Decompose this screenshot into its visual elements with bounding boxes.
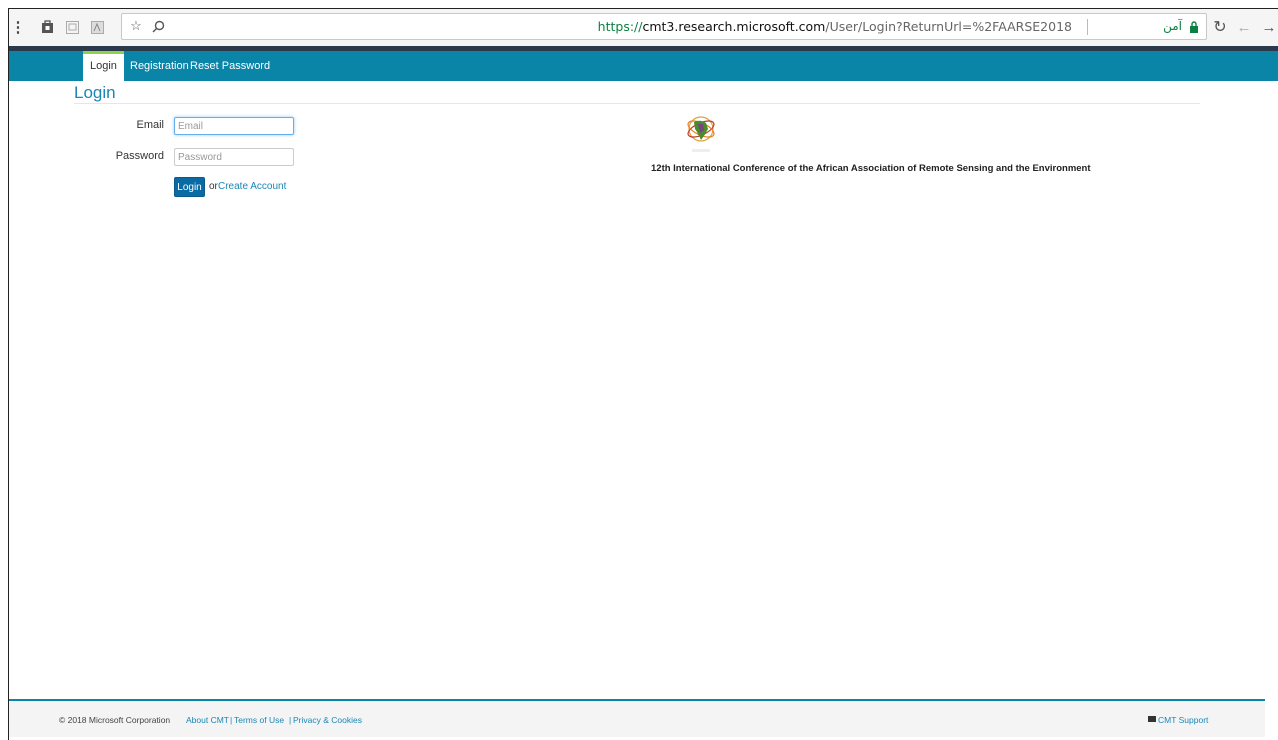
- pocket-icon[interactable]: [64, 19, 80, 35]
- footer-separator: |: [289, 715, 292, 725]
- conference-name: 12th International Conference of the Afr…: [651, 163, 1091, 174]
- browser-toolbar: ⋮ ☆ https://cmt3.research.microsoft.com/…: [9, 9, 1278, 46]
- url-text[interactable]: https://cmt3.research.microsoft.com/User…: [598, 19, 1072, 34]
- tab-login[interactable]: Login: [83, 51, 124, 81]
- address-bar[interactable]: ☆ https://cmt3.research.microsoft.com/Us…: [121, 13, 1207, 40]
- menu-icon[interactable]: ⋮: [11, 19, 26, 36]
- footer-separator: |: [230, 715, 233, 725]
- url-scheme: https://: [597, 19, 643, 34]
- lock-icon[interactable]: [1189, 21, 1199, 33]
- forward-icon[interactable]: →: [1261, 19, 1277, 36]
- login-button[interactable]: Login: [174, 177, 205, 197]
- search-icon[interactable]: [150, 18, 166, 34]
- create-account-link[interactable]: Create Account: [218, 181, 286, 192]
- url-path: /User/Login?ReturnUrl=%2FAARSE2018: [825, 19, 1072, 34]
- or-text: or: [209, 181, 218, 192]
- main-nav: Login Registration Reset Password: [9, 51, 1278, 81]
- privacy-cookies-link[interactable]: Privacy & Cookies: [293, 715, 362, 725]
- copyright: © 2018 Microsoft Corporation: [59, 715, 171, 725]
- pdf-icon[interactable]: [89, 19, 105, 35]
- page-title: Login: [74, 83, 116, 102]
- secure-label: آمن: [1163, 19, 1182, 33]
- url-separator: [1087, 19, 1088, 35]
- back-icon[interactable]: ←: [1236, 19, 1252, 36]
- footer: © 2018 Microsoft Corporation About CMT |…: [9, 699, 1265, 737]
- password-field[interactable]: [174, 148, 294, 166]
- star-icon[interactable]: ☆: [128, 18, 144, 34]
- password-label: Password: [115, 150, 164, 162]
- terms-of-use-link[interactable]: Terms of Use: [234, 715, 284, 725]
- email-field[interactable]: [174, 117, 294, 135]
- reload-icon[interactable]: ↻: [1212, 19, 1228, 36]
- about-cmt-link[interactable]: About CMT: [186, 715, 229, 725]
- title-divider: [74, 103, 1200, 104]
- cmt-support-link[interactable]: CMT Support: [1158, 715, 1208, 725]
- tab-reset-password[interactable]: Reset Password: [183, 51, 277, 81]
- conference-logo: [687, 116, 715, 152]
- bag-icon[interactable]: [39, 19, 55, 35]
- email-label: Email: [136, 119, 164, 131]
- mail-icon: [1148, 716, 1156, 722]
- url-host: cmt3.research.microsoft.com: [642, 19, 826, 34]
